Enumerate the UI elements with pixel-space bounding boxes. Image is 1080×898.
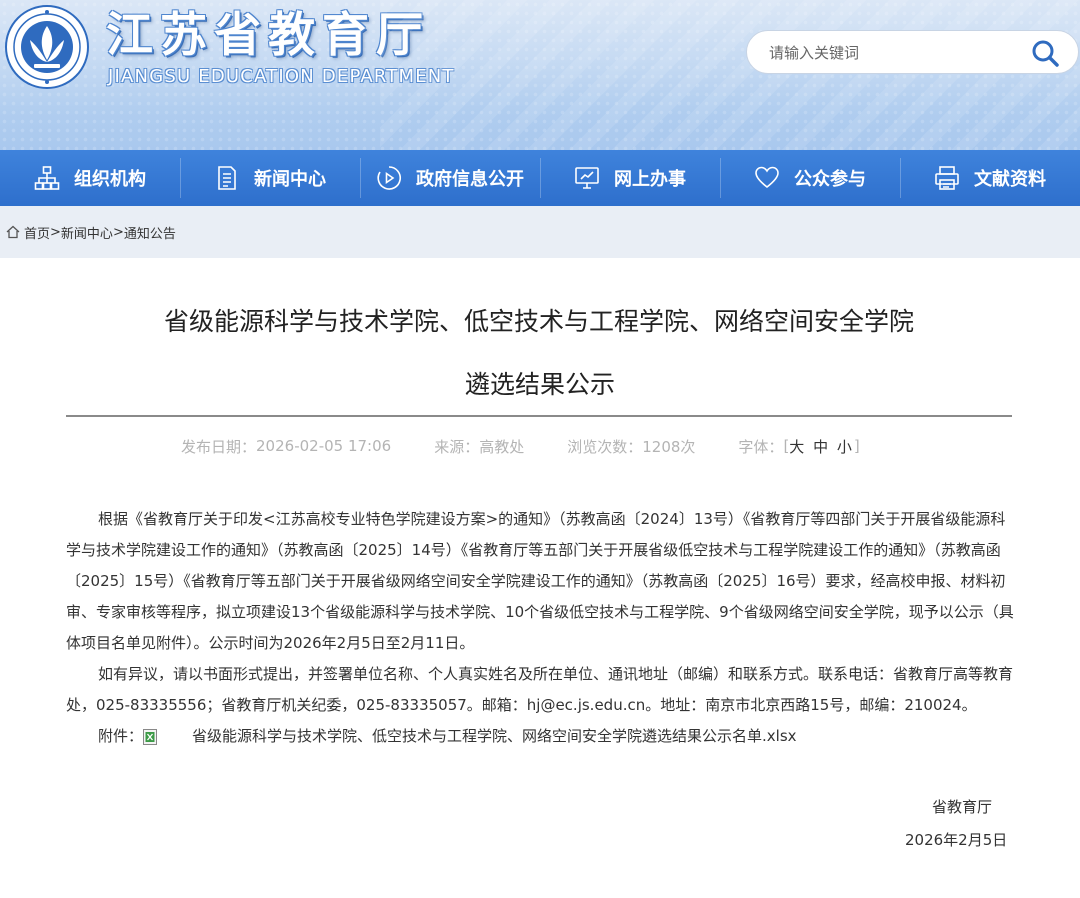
search-button[interactable] [1030,38,1060,68]
nav-label-org: 组织机构 [74,169,146,190]
article-meta: 发布日期： 2026-02-05 17:06 来源： 高教处 浏览次数： 120… [181,434,860,458]
font-size-label: 字体： [738,437,784,456]
breadcrumb-home[interactable]: 首页 [24,223,50,242]
views-label: 浏览次数： [567,437,643,456]
search-icon [1032,40,1059,67]
views-value: 1208次 [642,437,696,456]
document-icon [218,166,236,190]
article: 省级能源科学与技术学院、低空技术与工程学院、网络空间安全学院 遴选结果公示 发布… [0,258,1080,898]
font-bracket-close: ] [853,437,860,455]
breadcrumb-news[interactable]: 新闻中心 [61,223,113,242]
site-header: 江苏省教育厅 JIANGSU EDUCATION DEPARTMENT [0,0,1080,150]
paragraph-objection: 如有异议，请以书面形式提出，并签署单位名称、个人真实姓名及所在单位、通讯地址（邮… [66,665,1014,714]
font-size-switcher[interactable]: 大 中 小 [789,436,854,457]
main-nav: 组织机构 新闻中心 政府信息公开 网上办事 公众参与 文献资料 [0,150,1080,206]
excel-file-icon [143,728,158,745]
source-value: 高教处 [479,437,525,456]
signature-date: 2026年2月5日 [905,831,1008,849]
article-title-line2: 遴选结果公示 [464,370,615,399]
search-input[interactable] [767,31,1031,75]
publish-date: 2026-02-05 17:06 [256,437,392,455]
attachment-label: 附件： [98,727,144,745]
home-icon [6,225,20,239]
education-department-logo[interactable] [4,4,90,90]
monitor-icon [575,167,599,189]
nav-item-public[interactable]: 公众参与 [720,150,900,206]
nav-label-public: 公众参与 [794,169,866,190]
breadcrumb: 首页 > 新闻中心 > 通知公告 [0,206,1080,258]
nav-label-literature: 文献资料 [974,169,1046,190]
nav-label-gov-info: 政府信息公开 [416,169,524,190]
title-divider [66,415,1012,417]
nav-item-online-service[interactable]: 网上办事 [540,150,720,206]
paragraph-basis: 根据《省教育厅关于印发<江苏高校专业特色学院建设方案>的通知》（苏教高函〔202… [66,510,1014,652]
breadcrumb-separator: > [112,224,124,240]
org-chart-icon [34,166,60,190]
nav-label-news: 新闻中心 [254,169,326,190]
article-title-line1: 省级能源科学与技术学院、低空技术与工程学院、网络空间安全学院 [163,307,914,336]
printer-icon [935,166,959,190]
signature-org: 省教育厅 [932,798,993,816]
breadcrumb-separator: > [50,224,61,240]
nav-item-org[interactable]: 组织机构 [0,150,180,206]
attachment-link[interactable]: 省级能源科学与技术学院、低空技术与工程学院、网络空间安全学院遴选结果公示名单.x… [160,721,797,752]
nav-label-online-service: 网上办事 [614,169,686,190]
source-label: 来源： [434,437,480,456]
site-title: 江苏省教育厅 [106,8,430,63]
attachment-line: 附件： 省级能源科学与技术学院、低空技术与工程学院、网络空间安全学院遴选结果公示… [66,721,1016,752]
nav-item-gov-info[interactable]: 政府信息公开 [360,150,540,206]
site-subtitle-en: JIANGSU EDUCATION DEPARTMENT [108,66,455,87]
publish-date-label: 发布日期： [181,437,257,456]
heart-icon [755,166,779,189]
play-circle-icon [377,166,401,190]
nav-item-literature[interactable]: 文献资料 [900,150,1080,206]
article-body: 根据《省教育厅关于印发<江苏高校专业特色学院建设方案>的通知》（苏教高函〔202… [66,504,1016,752]
search-box [746,30,1079,75]
nav-item-news[interactable]: 新闻中心 [180,150,360,206]
breadcrumb-notice[interactable]: 通知公告 [124,223,176,242]
